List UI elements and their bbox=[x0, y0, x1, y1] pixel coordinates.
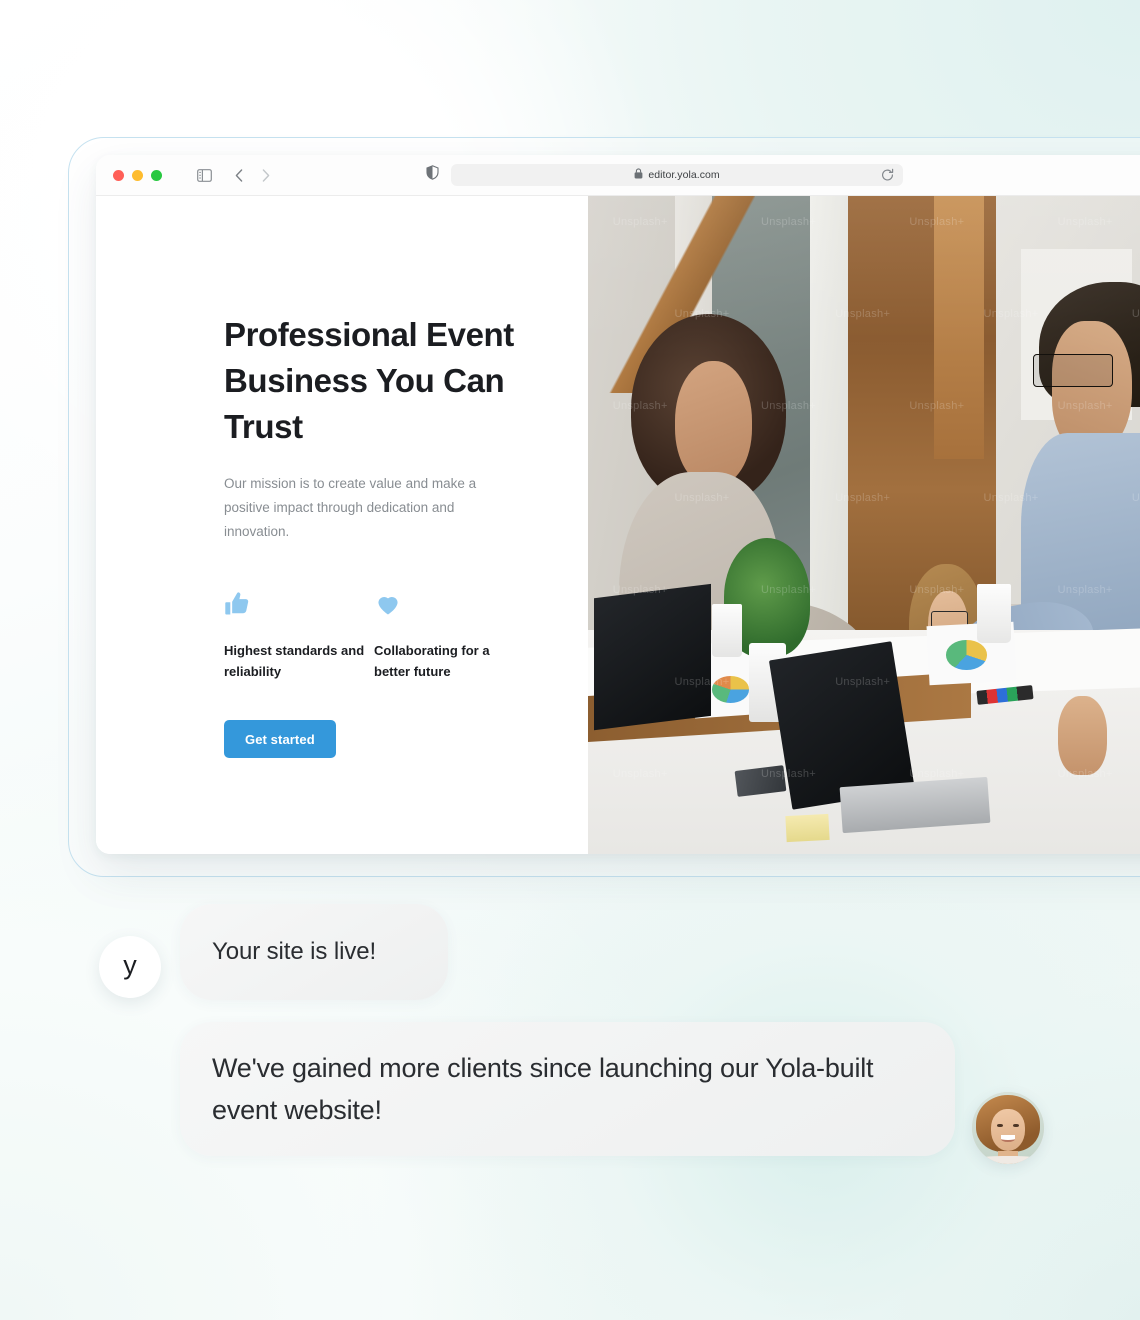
browser-window: editor.yola.com Professional Event Busin… bbox=[96, 155, 1140, 854]
hero-photo: Unsplash+ Unsplash+ Unsplash+ Unsplash+ … bbox=[588, 196, 1140, 854]
chat-bubble-user: We've gained more clients since launchin… bbox=[180, 1022, 955, 1156]
maximize-window-button[interactable] bbox=[151, 169, 162, 181]
site-viewport: Professional Event Business You Can Trus… bbox=[96, 196, 1140, 854]
user-avatar bbox=[972, 1092, 1044, 1164]
sidebar-toggle-icon[interactable] bbox=[191, 162, 217, 188]
thumbs-up-icon bbox=[224, 590, 374, 620]
brand-initial: y bbox=[123, 949, 137, 980]
feature-item-standards: Highest standards and reliability bbox=[224, 590, 374, 682]
chevron-left-icon[interactable] bbox=[229, 165, 249, 185]
get-started-button[interactable]: Get started bbox=[224, 720, 336, 758]
chevron-right-icon[interactable] bbox=[256, 165, 276, 185]
lock-icon bbox=[634, 166, 643, 184]
feature-list: Highest standards and reliability Collab… bbox=[224, 590, 524, 682]
chat-message-text: We've gained more clients since launchin… bbox=[212, 1053, 874, 1125]
hero-description: Our mission is to create value and make … bbox=[224, 476, 477, 539]
hero-image-column: Unsplash+ Unsplash+ Unsplash+ Unsplash+ … bbox=[588, 196, 1140, 854]
reload-icon[interactable] bbox=[881, 168, 894, 182]
chat-bubble-brand: Your site is live! bbox=[180, 904, 448, 1000]
feature-label: Collaborating for a better future bbox=[374, 643, 490, 679]
brand-avatar: y bbox=[99, 936, 161, 998]
feature-item-collaboration: Collaborating for a better future bbox=[374, 590, 524, 682]
feature-label: Highest standards and reliability bbox=[224, 643, 365, 679]
close-window-button[interactable] bbox=[113, 169, 124, 181]
shield-icon[interactable] bbox=[426, 165, 439, 185]
address-bar-url: editor.yola.com bbox=[648, 169, 720, 181]
window-traffic-lights[interactable] bbox=[96, 169, 162, 181]
chat-message-text: Your site is live! bbox=[212, 938, 377, 965]
page-title: Professional Event Business You Can Trus… bbox=[224, 316, 514, 445]
hero-left-column: Professional Event Business You Can Trus… bbox=[96, 196, 588, 854]
heart-icon bbox=[374, 590, 524, 620]
minimize-window-button[interactable] bbox=[132, 169, 143, 181]
browser-chrome: editor.yola.com bbox=[96, 155, 1140, 196]
address-bar[interactable]: editor.yola.com bbox=[451, 164, 903, 186]
